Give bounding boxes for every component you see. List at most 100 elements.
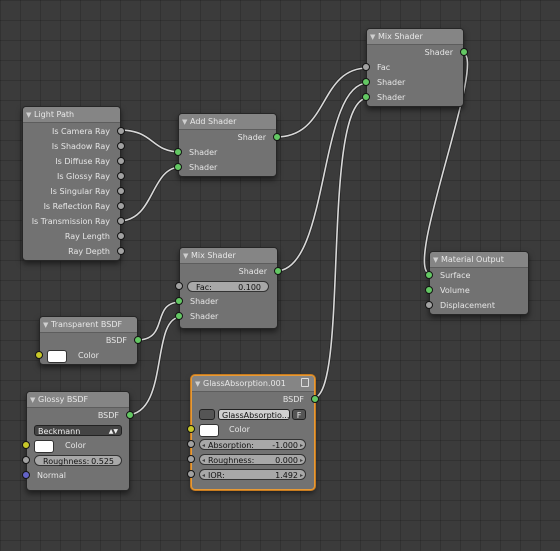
group-selector-row: GlassAbsorptio... F [192, 407, 314, 422]
collapse-triangle-icon[interactable]: ▼ [26, 108, 34, 122]
socket-input[interactable] [22, 471, 30, 479]
node-title: GlassAbsorption.001 [203, 379, 286, 388]
socket-output[interactable] [117, 247, 125, 255]
collapse-triangle-icon[interactable]: ▼ [43, 318, 51, 332]
transparent-bsdf-header[interactable]: ▼ Transparent BSDF [40, 317, 137, 333]
absorption-field[interactable]: ◂ Absorption: -1.000 ▸ [199, 439, 306, 450]
glass-absorption-header[interactable]: ▼ GlassAbsorption.001 [192, 376, 314, 392]
socket-input[interactable] [22, 441, 30, 449]
socket-input[interactable] [187, 455, 195, 463]
output-is-diffuse-ray: Is Diffuse Ray [23, 154, 125, 169]
socket-input[interactable] [425, 271, 433, 279]
socket-input[interactable] [174, 148, 182, 156]
socket-output[interactable] [126, 411, 134, 419]
output-is-transmission-ray: Is Transmission Ray [23, 214, 125, 229]
roughness-field[interactable]: ◂ Roughness: 0.000 ▸ [199, 454, 306, 465]
socket-input[interactable] [35, 351, 43, 359]
light-path-header[interactable]: ▼ Light Path [23, 107, 120, 123]
collapse-triangle-icon[interactable]: ▼ [433, 253, 441, 267]
socket-input[interactable] [362, 78, 370, 86]
ior-field[interactable]: ◂ IOR: 1.492 ▸ [199, 469, 306, 480]
fac-field[interactable]: Fac: 0.100 [187, 281, 269, 292]
collapse-triangle-icon[interactable]: ▼ [182, 115, 190, 129]
socket-output[interactable] [117, 187, 125, 195]
material-output-header[interactable]: ▼ Material Output [430, 252, 528, 268]
output-bsdf: BSDF [192, 392, 319, 407]
distribution-dropdown[interactable]: Beckmann ▲▼ [34, 425, 122, 436]
group-icon[interactable] [301, 378, 309, 387]
socket-output[interactable] [117, 232, 125, 240]
color-swatch[interactable] [47, 350, 67, 363]
socket-output[interactable] [117, 142, 125, 150]
socket-output[interactable] [117, 202, 125, 210]
socket-input[interactable] [175, 312, 183, 320]
collapse-triangle-icon[interactable]: ▼ [30, 393, 38, 407]
output-is-singular-ray: Is Singular Ray [23, 184, 125, 199]
output-bsdf: BSDF [40, 333, 142, 348]
mix-shader-top-node[interactable]: ▼ Mix Shader Shader Fac Shader Shader [362, 28, 468, 107]
socket-output[interactable] [134, 336, 142, 344]
input-shader-1: Shader [174, 145, 276, 160]
add-shader-header[interactable]: ▼ Add Shader [179, 114, 276, 130]
socket-output[interactable] [460, 48, 468, 56]
color-swatch[interactable] [199, 424, 219, 437]
socket-input[interactable] [425, 301, 433, 309]
updown-arrow-icon: ▲▼ [108, 428, 118, 435]
socket-input[interactable] [175, 297, 183, 305]
socket-output[interactable] [311, 395, 319, 403]
mix-shader-header[interactable]: ▼ Mix Shader [180, 248, 277, 264]
node-title: Transparent BSDF [51, 320, 123, 329]
socket-input[interactable] [22, 456, 30, 464]
input-shader-2: Shader [362, 90, 463, 105]
collapse-triangle-icon[interactable]: ▼ [195, 377, 203, 391]
input-normal: Normal [22, 468, 129, 483]
node-title: Glossy BSDF [38, 395, 89, 404]
socket-input[interactable] [425, 286, 433, 294]
socket-input[interactable] [187, 425, 195, 433]
input-volume: Volume [425, 283, 528, 298]
output-shader: Shader [367, 45, 468, 60]
color-swatch[interactable] [34, 440, 54, 453]
socket-input[interactable] [187, 470, 195, 478]
socket-output[interactable] [117, 127, 125, 135]
output-bsdf: BSDF [27, 408, 134, 423]
node-title: Mix Shader [378, 32, 423, 41]
output-ray-length: Ray Length [23, 229, 125, 244]
socket-input[interactable] [174, 163, 182, 171]
socket-output[interactable] [117, 157, 125, 165]
output-ray-depth: Ray Depth [23, 244, 125, 259]
socket-input[interactable] [362, 93, 370, 101]
fake-user-button[interactable]: F [292, 409, 306, 420]
socket-output[interactable] [117, 172, 125, 180]
socket-input[interactable] [175, 282, 183, 290]
output-is-reflection-ray: Is Reflection Ray [23, 199, 125, 214]
socket-output[interactable] [274, 267, 282, 275]
output-is-glossy-ray: Is Glossy Ray [23, 169, 125, 184]
node-title: Add Shader [190, 117, 237, 126]
roughness-field[interactable]: Roughness: 0.525 [34, 455, 122, 466]
glossy-bsdf-header[interactable]: ▼ Glossy BSDF [27, 392, 129, 408]
light-path-node[interactable]: ▼ Light Path Is Camera Ray Is Shadow Ray … [22, 106, 125, 261]
mix-shader-mid-node[interactable]: ▼ Mix Shader Shader Fac: 0.100 Shader Shad… [175, 247, 282, 329]
node-title: Material Output [441, 255, 504, 264]
glossy-bsdf-node[interactable]: ▼ Glossy BSDF BSDF Beckmann ▲▼ Color Rough… [22, 391, 134, 491]
socket-input[interactable] [187, 440, 195, 448]
glass-absorption-node[interactable]: ▼ GlassAbsorption.001 BSDF GlassAbsorptio… [187, 375, 319, 490]
link-transmission-to-add [118, 166, 182, 222]
socket-input[interactable] [362, 63, 370, 71]
input-shader-2: Shader [174, 160, 276, 175]
node-tree-icon[interactable] [199, 409, 215, 420]
socket-output[interactable] [273, 133, 281, 141]
material-output-node[interactable]: ▼ Material Output Surface Volume Displace… [425, 251, 529, 315]
collapse-triangle-icon[interactable]: ▼ [183, 249, 191, 263]
collapse-triangle-icon[interactable]: ▼ [370, 30, 378, 44]
link-transparent-to-mix [136, 301, 182, 341]
group-name-field[interactable]: GlassAbsorptio... [218, 409, 290, 420]
mix-shader-header[interactable]: ▼ Mix Shader [367, 29, 463, 45]
socket-output[interactable] [117, 217, 125, 225]
input-shader-2: Shader [175, 309, 277, 324]
input-roughness: ◂ Roughness: 0.000 ▸ [187, 452, 314, 467]
input-shader-1: Shader [362, 75, 463, 90]
transparent-bsdf-node[interactable]: ▼ Transparent BSDF BSDF Color [35, 316, 142, 365]
add-shader-node[interactable]: ▼ Add Shader Shader Shader Shader [174, 113, 281, 177]
